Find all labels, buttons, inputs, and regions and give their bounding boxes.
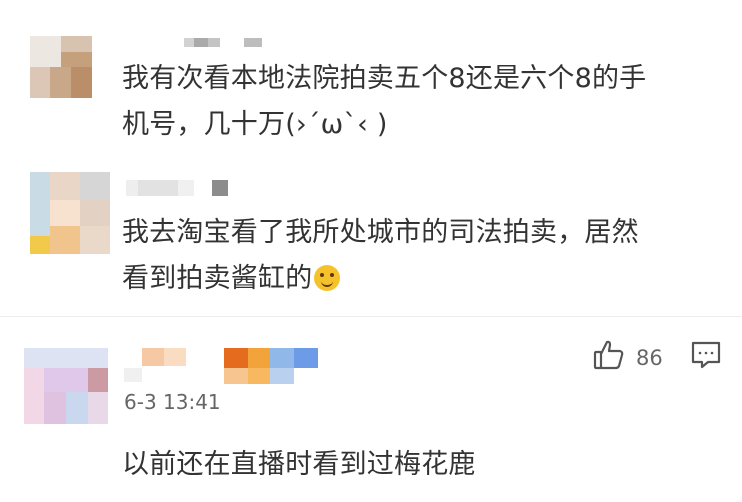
- like-button[interactable]: 86: [592, 338, 663, 377]
- username-blurred[interactable]: [124, 348, 324, 384]
- reply-button[interactable]: [690, 340, 722, 374]
- comment-icon: [690, 341, 722, 374]
- avatar[interactable]: [24, 348, 108, 424]
- comment-text: 以前还在直播时看到过梅花鹿: [122, 449, 476, 480]
- like-count: 86: [636, 345, 663, 370]
- comment-item: 6-3 13:41 86 以前还在直播时看到过梅花鹿: [0, 0, 742, 502]
- comment-timestamp: 6-3 13:41: [124, 390, 221, 414]
- thumbs-up-icon: [592, 338, 626, 377]
